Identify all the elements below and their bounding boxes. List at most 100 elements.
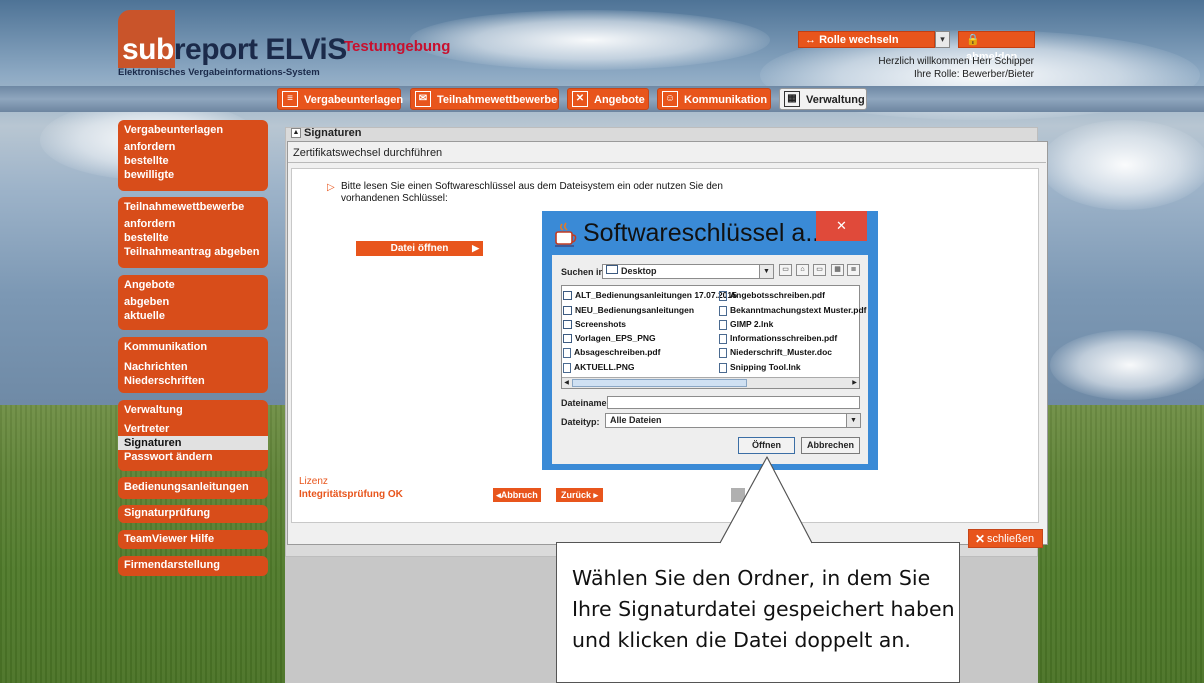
- cloud: [1050, 330, 1204, 400]
- grid-icon: ▦: [784, 91, 800, 107]
- open-file-button[interactable]: Datei öffnen ▶: [356, 241, 483, 256]
- tab-label: Verwaltung: [806, 94, 865, 106]
- file-icon: [719, 347, 727, 358]
- logout-button[interactable]: 🔒 abmelden: [958, 31, 1035, 63]
- cancel-label: Abbrechen: [806, 440, 854, 450]
- arrow-right-icon: ▶: [472, 243, 479, 253]
- sidebar-item[interactable]: anfordern: [118, 217, 268, 231]
- look-in-select[interactable]: Desktop ▼: [602, 264, 774, 279]
- sidebar-teamviewer[interactable]: TeamViewer Hilfe: [118, 530, 268, 549]
- list-item[interactable]: NEU_Bedienungsanleitungen: [563, 305, 694, 316]
- sidebar-heading: Bedienungsanleitungen: [124, 481, 249, 493]
- cancel-button[interactable]: Abbrechen: [801, 437, 860, 454]
- callout-text: Wählen Sie den Ordner, in dem Sie Ihre S…: [572, 566, 955, 652]
- horizontal-scrollbar[interactable]: ◀ ▶: [562, 377, 859, 388]
- sidebar-item[interactable]: Nachrichten: [118, 360, 268, 374]
- envelope-icon: ✕: [572, 91, 588, 107]
- list-item[interactable]: Niederschrift_Muster.doc: [719, 347, 832, 358]
- file-icon: [719, 290, 727, 301]
- disabled-button: [731, 488, 745, 502]
- list-item[interactable]: Screenshots: [563, 319, 627, 330]
- sidebar-item-signaturen[interactable]: Signaturen: [118, 436, 268, 450]
- close-icon[interactable]: ✕: [816, 211, 867, 241]
- close-label: schließen: [987, 533, 1035, 545]
- sidebar-item[interactable]: Teilnahmeantrag abgeben: [118, 245, 268, 259]
- tab-label: Teilnahmewettbewerbe: [437, 94, 558, 106]
- lizenz-label: Lizenz: [299, 476, 328, 487]
- file-name: Absageschreiben.pdf: [574, 347, 661, 357]
- scrollbar-thumb[interactable]: [572, 379, 747, 387]
- file-icon: [719, 333, 727, 344]
- list-view-icon[interactable]: ▦: [831, 264, 844, 276]
- sidebar-item-passwort[interactable]: Passwort ändern: [118, 450, 268, 464]
- sidebar-item[interactable]: bewilligte: [118, 168, 268, 182]
- chevron-down-icon[interactable]: ▾: [935, 31, 950, 48]
- list-item[interactable]: Informationsschreiben.pdf: [719, 333, 837, 344]
- tab-kommunikation[interactable]: ☺ Kommunikation: [657, 88, 771, 110]
- sidebar-item[interactable]: bestellte: [118, 231, 268, 245]
- sidebar-firmendarstellung[interactable]: Firmendarstellung: [118, 556, 268, 576]
- certificate-icon: ✉: [415, 91, 431, 107]
- list-item[interactable]: Snipping Tool.lnk: [719, 362, 801, 373]
- list-item[interactable]: Angebotsschreiben.pdf: [719, 290, 825, 301]
- filename-input[interactable]: [607, 396, 860, 409]
- list-item[interactable]: Vorlagen_EPS_PNG: [563, 333, 656, 344]
- sidebar-item[interactable]: anfordern: [118, 140, 268, 154]
- sidebar-heading[interactable]: Verwaltung: [118, 400, 268, 422]
- list-item[interactable]: Absageschreiben.pdf: [563, 347, 660, 358]
- file-name: Screenshots: [575, 319, 627, 329]
- details-view-icon[interactable]: ≣: [847, 264, 860, 276]
- tab-vergabeunterlagen[interactable]: ≡ Vergabeunterlagen: [277, 88, 404, 110]
- sidebar-item-vertreter[interactable]: Vertreter: [118, 422, 268, 436]
- folder-icon: [563, 291, 572, 301]
- tab-teilnahmewettbewerbe[interactable]: ✉ Teilnahmewettbewerbe: [410, 88, 559, 110]
- open-button[interactable]: Öffnen: [738, 437, 795, 454]
- sidebar-group-verwaltung: Verwaltung Vertreter Signaturen Passwort…: [118, 400, 268, 471]
- sidebar-heading[interactable]: Kommunikation: [118, 337, 268, 360]
- sidebar-item[interactable]: abgeben: [118, 295, 268, 309]
- tab-verwaltung[interactable]: ▦ Verwaltung: [779, 88, 867, 110]
- sidebar-heading: Firmendarstellung: [124, 559, 220, 571]
- file-name: Niederschrift_Muster.doc: [730, 347, 833, 357]
- list-item[interactable]: ALT_Bedienungsanleitungen 17.07.2015: [563, 290, 737, 301]
- file-name: Snipping Tool.lnk: [730, 362, 801, 372]
- close-icon: ✕: [975, 532, 986, 546]
- up-folder-icon[interactable]: ▭: [779, 264, 792, 276]
- sidebar-heading[interactable]: Angebote: [118, 275, 268, 295]
- list-item[interactable]: AKTUELL.PNG: [563, 362, 634, 373]
- abort-button[interactable]: ◂Abbruch: [493, 488, 541, 502]
- file-icon: [719, 362, 727, 373]
- sidebar-item[interactable]: bestellte: [118, 154, 268, 168]
- sidebar-signaturpruefung[interactable]: Signaturprüfung: [118, 505, 268, 523]
- list-item[interactable]: Bekanntmachungstext Muster.pdf: [719, 305, 867, 316]
- collapse-icon[interactable]: ▲: [291, 128, 301, 139]
- home-icon[interactable]: ⌂: [796, 264, 809, 276]
- panel-title-text: Signaturen: [304, 127, 362, 139]
- sidebar-item[interactable]: Niederschriften: [118, 374, 268, 388]
- tab-label: Vergabeunterlagen: [304, 94, 404, 106]
- list-item[interactable]: GIMP 2.lnk: [719, 319, 773, 330]
- cloud: [1040, 120, 1204, 210]
- scroll-right-icon[interactable]: ▶: [850, 378, 859, 388]
- sidebar-heading[interactable]: Vergabeunterlagen: [118, 120, 268, 140]
- role-switch-label: Rolle wechseln: [819, 34, 899, 46]
- sidebar-bedienungsanleitungen[interactable]: Bedienungsanleitungen: [118, 477, 268, 499]
- folder-icon: [563, 306, 572, 316]
- new-folder-icon[interactable]: ▭: [813, 264, 826, 276]
- back-button[interactable]: Zurück ▸: [556, 488, 603, 502]
- filetype-select[interactable]: Alle Dateien ▼: [605, 413, 861, 428]
- filetype-value: Alle Dateien: [610, 415, 662, 425]
- integrity-status: Integritätsprüfung OK: [299, 489, 403, 500]
- role-switch-dropdown[interactable]: ↔ Rolle wechseln: [798, 31, 935, 48]
- role-info: Ihre Rolle: Bewerber/Bieter: [913, 69, 1034, 80]
- divider: [288, 162, 1046, 163]
- file-name: Angebotsschreiben.pdf: [730, 290, 825, 300]
- sidebar-item[interactable]: aktuelle: [118, 309, 268, 323]
- close-button[interactable]: ✕ schließen: [968, 529, 1043, 548]
- panel-title: ▲ Signaturen: [291, 127, 361, 139]
- tab-angebote[interactable]: ✕ Angebote: [567, 88, 649, 110]
- file-name: Informationsschreiben.pdf: [730, 333, 838, 343]
- sidebar-heading[interactable]: Teilnahmewettbewerbe: [118, 197, 268, 217]
- scroll-left-icon[interactable]: ◀: [562, 378, 571, 388]
- welcome-text: Herzlich willkommen Herr Schipper: [878, 56, 1034, 67]
